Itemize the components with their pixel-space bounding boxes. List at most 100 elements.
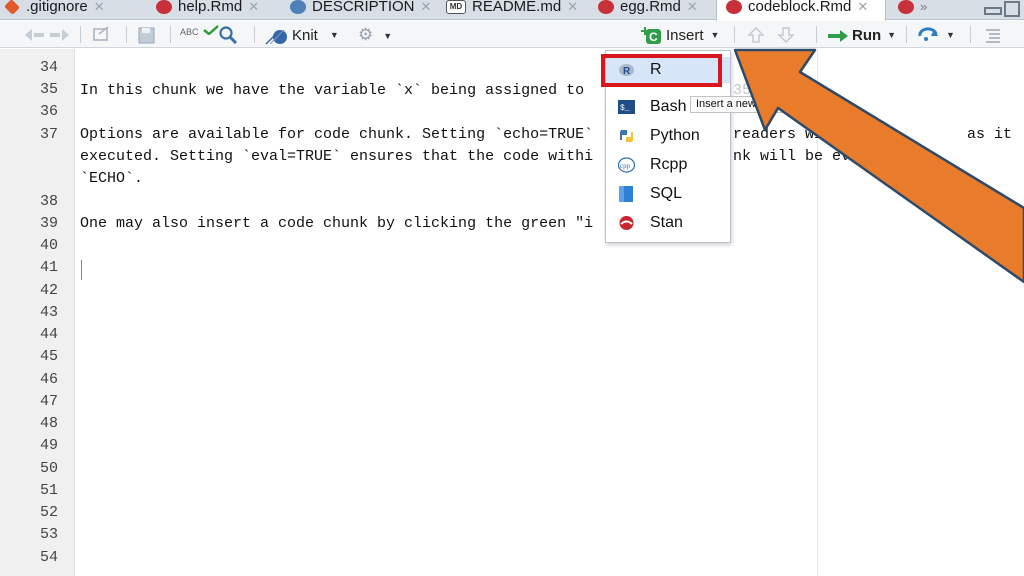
cpp-icon: cpp (618, 157, 635, 173)
rmd-file-icon (598, 0, 614, 14)
markdown-file-icon: MD (446, 0, 466, 14)
run-label: Run (852, 26, 882, 44)
rstudio-editor-window: .gitignore ✕ help.Rmd ✕ DESCRIPTION ✕ MD REA… (0, 0, 1024, 576)
rmd-file-icon (726, 0, 742, 14)
close-icon[interactable]: ✕ (94, 0, 105, 14)
settings-gear-button[interactable]: ⚙ ▼ (358, 25, 398, 44)
close-icon[interactable]: ✕ (687, 0, 698, 14)
rerun-button[interactable]: ▼ (916, 25, 960, 44)
tab-label: .gitignore (26, 0, 88, 15)
menu-item-stan[interactable]: Stan (606, 210, 730, 236)
line-number: 36 (39, 103, 58, 120)
line-number: 46 (39, 371, 58, 388)
knit-yarn-icon (265, 29, 287, 45)
code-line: One may also insert a code chunk by clic… (80, 215, 594, 232)
line-number: 52 (39, 504, 58, 521)
document-outline-icon[interactable] (982, 25, 1004, 44)
run-arrow-icon (828, 29, 848, 42)
code-line: `ECHO`. (80, 170, 144, 187)
tab-overflow-chevron-icon[interactable]: » (920, 0, 927, 14)
insert-chunk-button[interactable]: C Insert ▼ (640, 25, 724, 44)
line-number: 51 (39, 482, 58, 499)
git-icon (4, 0, 20, 15)
code-line: In this chunk we have the variable `x` b… (80, 82, 585, 99)
menu-item-rcpp[interactable]: cpp Rcpp (606, 152, 730, 178)
svg-text:C: C (649, 30, 658, 44)
tab-partial[interactable]: » (898, 0, 927, 20)
menu-item-label: Python (650, 127, 700, 144)
file-tab-bar: .gitignore ✕ help.Rmd ✕ DESCRIPTION ✕ MD REA… (0, 0, 1024, 21)
menu-item-label: SQL (650, 185, 683, 202)
svg-text:$_: $_ (620, 104, 630, 113)
tab-label: help.Rmd (178, 0, 243, 15)
menu-item-sql[interactable]: SQL (606, 181, 730, 207)
rmd-file-icon (898, 0, 914, 14)
caret-down-icon: ▼ (329, 29, 339, 40)
close-icon[interactable]: ✕ (567, 0, 578, 14)
spellcheck-button[interactable]: ABC (180, 25, 219, 44)
line-number: 41 (39, 259, 58, 276)
knit-label: Knit (292, 26, 318, 44)
find-replace-search-icon[interactable] (218, 25, 240, 44)
svg-text:cpp: cpp (620, 162, 631, 170)
stan-icon (619, 216, 634, 230)
tab-codeblock-rmd[interactable]: codeblock.Rmd ✕ (716, 0, 886, 21)
python-icon (620, 130, 633, 142)
line-number: 49 (39, 437, 58, 454)
text-cursor (81, 260, 82, 280)
code-line: executed. Setting `eval=TRUE` ensures th… (80, 148, 594, 165)
menu-item-python[interactable]: Python (606, 123, 730, 149)
line-number: 54 (39, 549, 58, 566)
caret-down-icon: ▼ (887, 29, 897, 40)
previous-next-chunk-arrows-icon[interactable] (744, 25, 804, 44)
line-number: 37 (39, 126, 58, 143)
bash-terminal-icon: $_ (618, 100, 635, 114)
close-icon[interactable]: ✕ (421, 0, 432, 14)
caret-down-icon: ▼ (946, 29, 955, 40)
editor-toolbar: ABC Knit ▼ ⚙ ▼ C Insert ▼ Run ▼ ▼ (0, 21, 1024, 48)
gear-icon: ⚙ (358, 25, 374, 44)
show-in-window-icon[interactable] (91, 25, 113, 44)
menu-item-label: Stan (650, 214, 683, 231)
line-number: 40 (39, 237, 58, 254)
knit-button[interactable]: Knit ▼ (264, 25, 348, 45)
tab-egg-rmd[interactable]: egg.Rmd ✕ (598, 0, 698, 20)
rerun-circular-arrow-icon (918, 26, 938, 41)
line-number: 45 (39, 348, 58, 365)
tab-readme[interactable]: MD README.md ✕ (446, 0, 578, 20)
spellcheck-label: ABC (180, 27, 199, 37)
caret-down-icon: ▼ (710, 29, 720, 40)
menu-item-label: Rcpp (650, 156, 688, 173)
insert-chunk-plus-c-icon: C (641, 26, 661, 44)
line-number: 43 (39, 304, 58, 321)
tab-label: DESCRIPTION (312, 0, 415, 15)
close-icon[interactable]: ✕ (857, 0, 868, 14)
minimize-maximize-icon[interactable] (942, 0, 1024, 20)
back-forward-arrows-icon[interactable] (22, 25, 72, 44)
run-button[interactable]: Run ▼ (826, 25, 898, 44)
sql-database-icon (619, 186, 633, 202)
rmd-file-icon (156, 0, 172, 14)
line-number: 39 (39, 215, 58, 232)
save-icon[interactable] (136, 25, 158, 44)
line-number: 38 (39, 193, 58, 210)
tab-label: codeblock.Rmd (748, 0, 852, 15)
tab-gitignore[interactable]: .gitignore ✕ (4, 0, 105, 20)
line-number: 34 (39, 59, 58, 76)
insert-r-chunk-tooltip: Insert a new R chunk (690, 96, 818, 113)
line-number: 44 (39, 326, 58, 343)
line-number: 48 (39, 415, 58, 432)
line-number: 53 (39, 526, 58, 543)
line-number: 50 (39, 460, 58, 477)
description-file-icon (290, 0, 306, 14)
code-line: Options are available for code chunk. Se… (80, 126, 594, 143)
tab-label: egg.Rmd (620, 0, 681, 15)
menu-item-label: Bash (650, 98, 687, 115)
tab-description[interactable]: DESCRIPTION ✕ (290, 0, 431, 20)
insert-label: Insert (666, 26, 704, 44)
tab-help-rmd[interactable]: help.Rmd ✕ (156, 0, 259, 20)
caret-down-icon: ▼ (383, 30, 393, 41)
close-icon[interactable]: ✕ (248, 0, 259, 14)
pane-window-controls (942, 0, 1024, 20)
tab-label: README.md (472, 0, 562, 15)
